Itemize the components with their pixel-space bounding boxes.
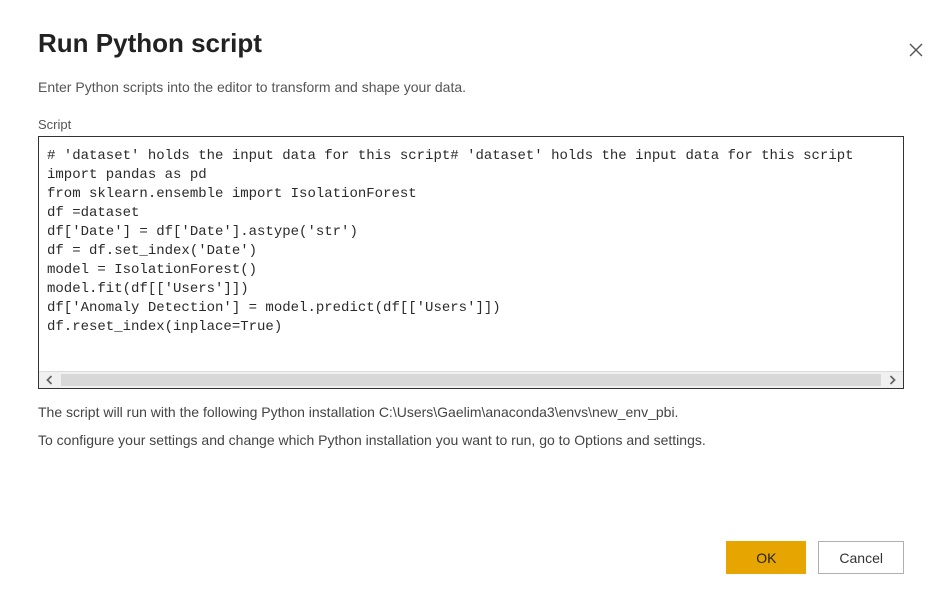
script-editor[interactable]: # 'dataset' holds the input data for thi… [38,136,904,389]
python-path-info: The script will run with the following P… [38,401,904,423]
close-icon [908,42,924,58]
chevron-left-icon [45,375,55,385]
dialog-title: Run Python script [38,28,942,59]
script-label: Script [38,117,942,132]
horizontal-scrollbar[interactable] [39,371,903,388]
settings-hint: To configure your settings and change wh… [38,429,904,451]
scroll-right-arrow[interactable] [885,373,899,387]
ok-button[interactable]: OK [726,541,806,574]
script-code-content[interactable]: # 'dataset' holds the input data for thi… [39,137,903,371]
chevron-right-icon [887,375,897,385]
dialog-button-row: OK Cancel [726,541,904,574]
scroll-left-arrow[interactable] [43,373,57,387]
cancel-button[interactable]: Cancel [818,541,904,574]
dialog-subtitle: Enter Python scripts into the editor to … [38,79,942,95]
close-button[interactable] [906,40,926,60]
scroll-track[interactable] [61,374,881,386]
